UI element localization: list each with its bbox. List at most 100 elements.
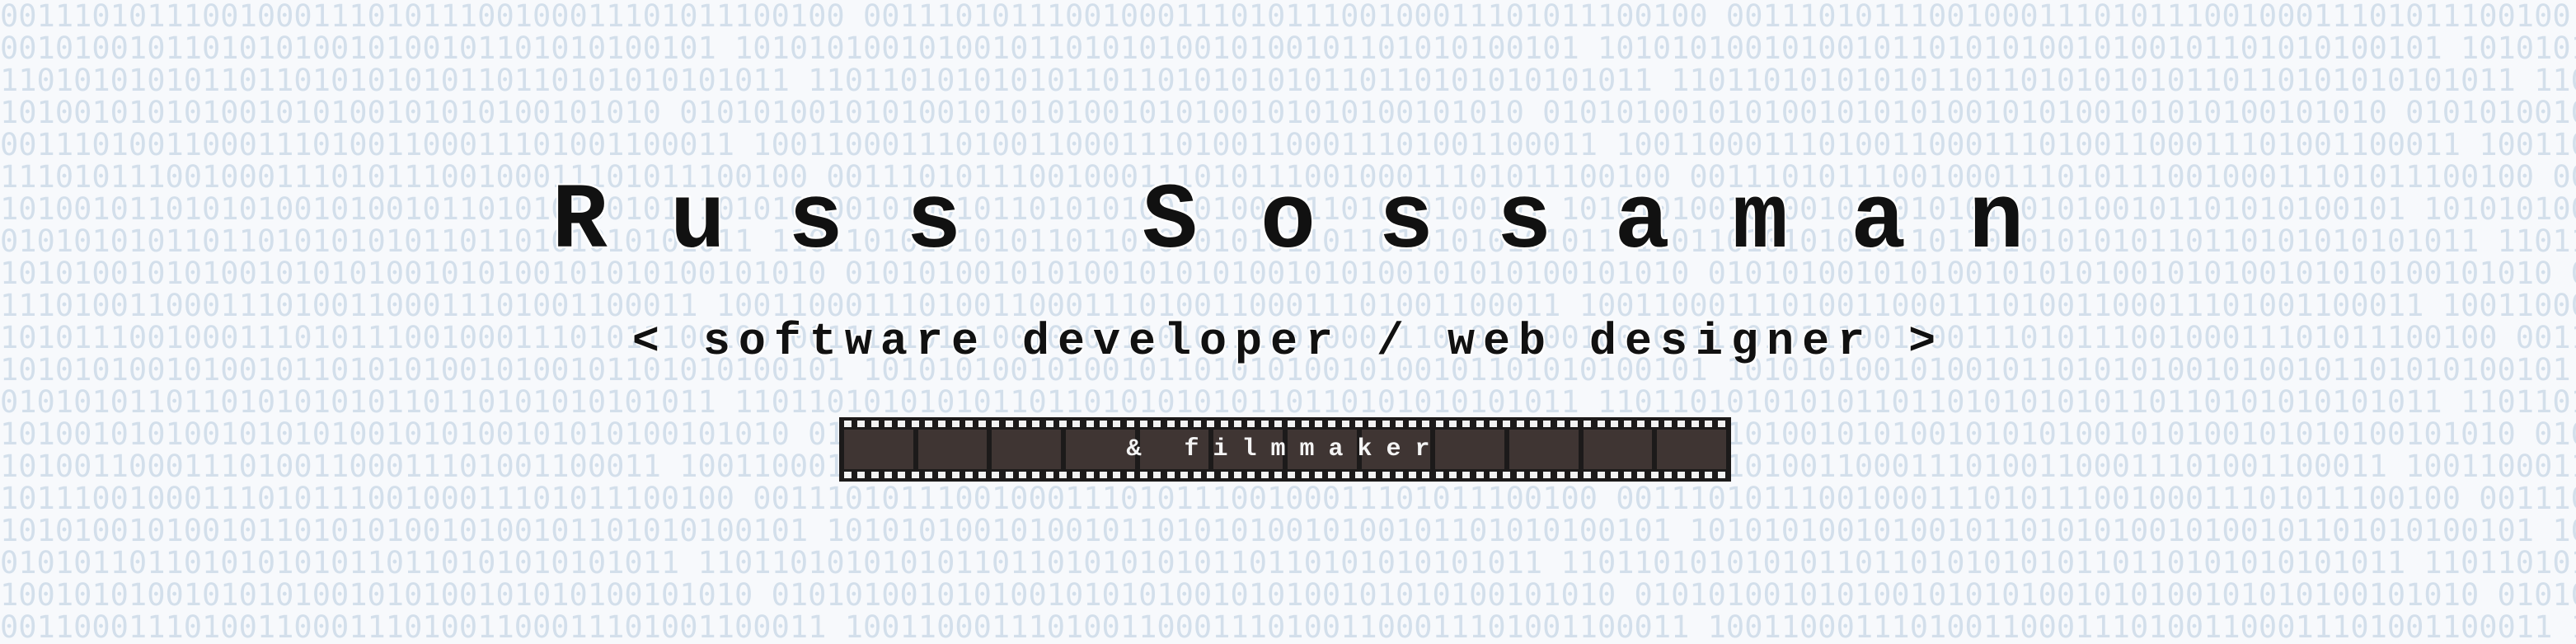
sprocket-hole [1503,472,1511,478]
sprocket-hole [1086,421,1094,427]
sprocket-hole [1194,421,1202,427]
sprocket-hole [1637,421,1645,427]
sprocket-hole [884,421,892,427]
binary-row: 1010100101001011010101001010010110101010… [0,513,2576,548]
sprocket-hole [1556,472,1565,478]
sprocket-hole [924,472,932,478]
sprocket-hole [1341,472,1349,478]
sprocket-hole [1019,421,1027,427]
sprocket-hole [1139,472,1147,478]
sprocket-hole [1543,472,1551,478]
sprocket-hole [1516,472,1524,478]
sprocket-hole [1490,421,1497,427]
sprocket-hole [1032,421,1040,427]
filmstrip-sprockets-bottom [844,472,1726,478]
sprocket-hole [1059,472,1067,478]
sprocket-hole [1422,472,1430,478]
sprocket-hole [1435,472,1443,478]
sprocket-hole [1019,472,1027,478]
banner: 0011101011100100011101011100100011101011… [0,0,2576,644]
binary-row: 1001010100101010100101010010101010010101… [0,577,2576,613]
sprocket-hole [844,421,852,427]
binary-row: 1011100100011101011100100011101011100100… [0,481,2576,516]
sprocket-hole [898,472,906,478]
sprocket-hole [1260,421,1269,427]
tagline: < software developer / web designer > [631,316,1945,368]
sprocket-hole [1624,472,1632,478]
sprocket-hole [1409,472,1417,478]
sprocket-hole [1422,421,1430,427]
sprocket-hole [898,421,906,427]
sprocket-hole [1677,472,1686,478]
sprocket-hole [1194,472,1202,478]
sprocket-hole [1288,472,1296,478]
sprocket-hole [911,421,919,427]
sprocket-hole [1234,472,1242,478]
sprocket-hole [1234,421,1242,427]
sprocket-hole [1032,472,1040,478]
sprocket-hole [938,421,946,427]
sprocket-hole [1301,472,1309,478]
sprocket-hole [1113,421,1121,427]
sprocket-hole [1543,421,1551,427]
sprocket-hole [951,421,960,427]
sprocket-hole [1180,472,1188,478]
sprocket-hole [1180,421,1188,427]
sprocket-hole [1207,472,1215,478]
filmstrip-sprockets-top [844,421,1726,427]
sprocket-hole [1368,472,1377,478]
sprocket-hole [1099,421,1107,427]
sprocket-hole [1637,472,1645,478]
sprocket-hole [1435,421,1443,427]
sprocket-hole [1328,472,1336,478]
sprocket-hole [964,472,973,478]
sprocket-hole [1395,472,1403,478]
binary-row: 010101011011010101010110110101010101011 … [0,384,2576,420]
sprocket-hole [1059,421,1067,427]
sprocket-hole [844,472,852,478]
binary-row: 0101011011010101010110110101010101011 11… [0,545,2576,581]
sprocket-hole [1153,472,1161,478]
sprocket-hole [1597,472,1605,478]
sprocket-hole [1664,472,1673,478]
sprocket-hole [857,421,866,427]
sprocket-hole [1247,472,1255,478]
sprocket-hole [1449,472,1457,478]
sprocket-hole [870,472,879,478]
binary-row: 0011101001100011101001100011101001100011… [0,127,2576,162]
sprocket-hole [1529,472,1537,478]
sprocket-hole [1462,421,1471,427]
sprocket-hole [1462,472,1471,478]
sprocket-hole [1503,421,1511,427]
sprocket-hole [1314,472,1322,478]
sprocket-hole [1718,421,1726,427]
sprocket-hole [1354,421,1363,427]
sprocket-hole [1220,421,1228,427]
sprocket-hole [1664,421,1673,427]
sprocket-hole [1382,472,1390,478]
sprocket-hole [1368,421,1377,427]
sprocket-hole [978,472,987,478]
sprocket-hole [1045,472,1053,478]
binary-row: 1101010101011011010101010110110101010101… [0,63,2576,98]
sprocket-hole [1691,421,1699,427]
sprocket-hole [1288,421,1296,427]
sprocket-hole [1570,421,1578,427]
binary-row: 101001010101001010100101010100101010 010… [0,95,2576,130]
sprocket-hole [1126,421,1134,427]
binary-row: 001010010110101010010100101101010100101 … [0,31,2576,66]
sprocket-hole [911,472,919,478]
sprocket-hole [1529,421,1537,427]
sprocket-hole [1556,421,1565,427]
sprocket-hole [978,421,987,427]
sprocket-hole [992,421,1000,427]
sprocket-hole [1260,472,1269,478]
sprocket-hole [857,472,866,478]
sprocket-hole [938,472,946,478]
sprocket-hole [1516,421,1524,427]
sprocket-hole [1476,472,1484,478]
sprocket-hole [1691,472,1699,478]
filmstrip: & filmmaker [839,417,1731,482]
sprocket-hole [1409,421,1417,427]
sprocket-hole [1610,472,1618,478]
